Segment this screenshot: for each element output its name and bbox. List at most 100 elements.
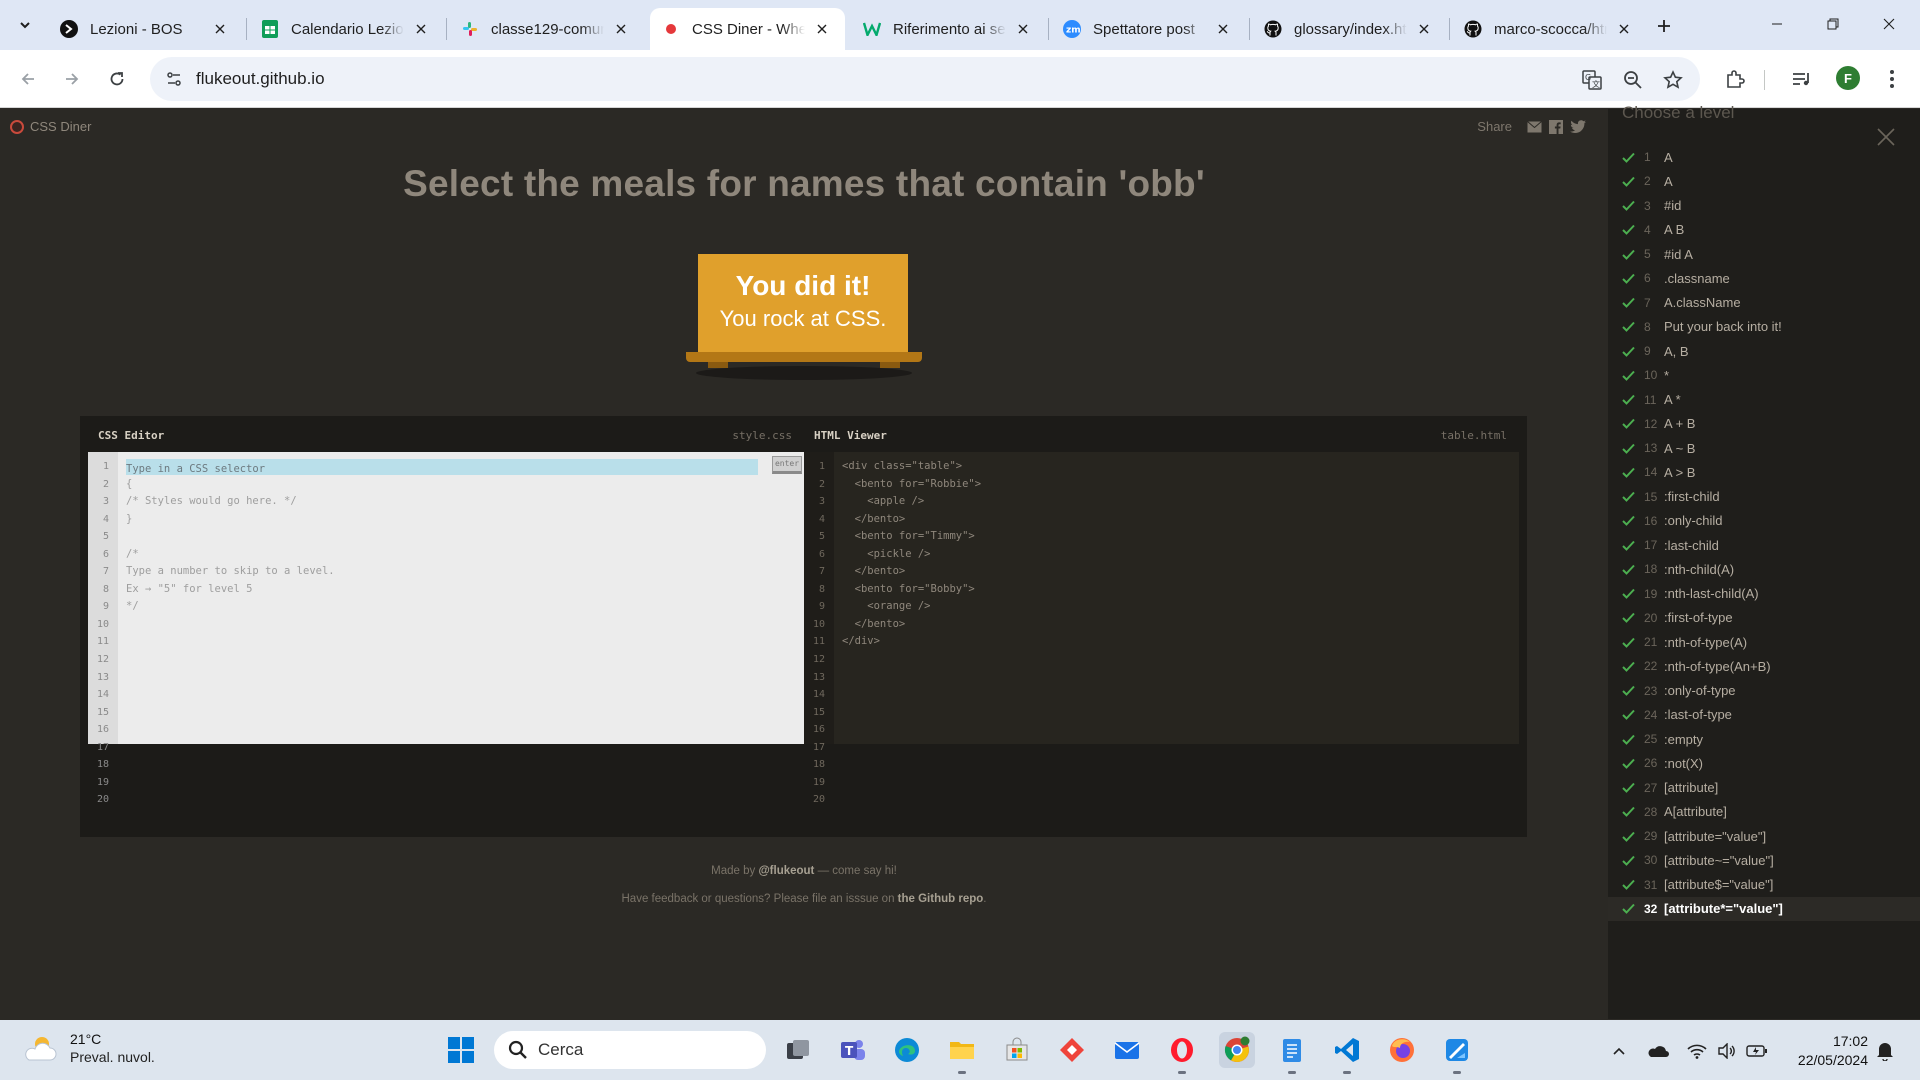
- level-item[interactable]: 30 [attribute~="value"]: [1608, 848, 1920, 872]
- level-item[interactable]: 11 A *: [1608, 388, 1920, 412]
- notifications-icon[interactable]: [1872, 1038, 1898, 1064]
- enter-button[interactable]: enter: [772, 456, 802, 474]
- browser-tab[interactable]: classe129-comunicazioni: [449, 8, 644, 50]
- level-item[interactable]: 28 A[attribute]: [1608, 800, 1920, 824]
- level-item[interactable]: 5 #id A: [1608, 242, 1920, 266]
- browser-tab[interactable]: marco-scocca/html: [1452, 8, 1647, 50]
- tray-overflow-icon[interactable]: [1606, 1038, 1632, 1064]
- taskbar-vscode[interactable]: [1329, 1032, 1365, 1074]
- close-sidebar-button[interactable]: [1876, 127, 1896, 147]
- taskbar-anydesk[interactable]: [1054, 1032, 1090, 1068]
- selector-input-line[interactable]: [126, 459, 758, 477]
- github-repo-link[interactable]: the Github repo: [898, 893, 984, 905]
- level-item[interactable]: 9 A, B: [1608, 339, 1920, 363]
- wifi-icon[interactable]: [1684, 1038, 1710, 1064]
- reload-button[interactable]: [101, 63, 133, 95]
- forward-button[interactable]: [56, 63, 88, 95]
- line-number: 9: [102, 601, 109, 613]
- level-item[interactable]: 8 Put your back into it!: [1608, 315, 1920, 339]
- tab-search-button[interactable]: [10, 10, 40, 40]
- level-item[interactable]: 29 [attribute="value"]: [1608, 824, 1920, 848]
- browser-tab[interactable]: Lezioni - BOS: [48, 8, 243, 50]
- level-item[interactable]: 26:not(X): [1608, 751, 1920, 775]
- minimize-button[interactable]: [1754, 6, 1800, 42]
- bookmark-star-icon[interactable]: [1659, 66, 1687, 94]
- css-selector-input[interactable]: [126, 461, 758, 477]
- close-tab-icon[interactable]: [211, 20, 229, 38]
- level-item[interactable]: 25:empty: [1608, 727, 1920, 751]
- level-item[interactable]: 10 *: [1608, 363, 1920, 387]
- zoom-out-icon[interactable]: [1619, 66, 1647, 94]
- close-tab-icon[interactable]: [612, 20, 630, 38]
- level-item[interactable]: 23:only-of-type: [1608, 679, 1920, 703]
- start-button[interactable]: [443, 1032, 479, 1068]
- email-icon[interactable]: [1526, 120, 1542, 134]
- close-window-button[interactable]: [1866, 6, 1912, 42]
- new-tab-button[interactable]: [1650, 12, 1678, 40]
- address-bar[interactable]: flukeout.github.io G文: [150, 57, 1700, 101]
- level-item[interactable]: 32 [attribute*="value"]: [1608, 896, 1920, 921]
- taskbar-opera[interactable]: [1164, 1032, 1200, 1074]
- task-view-button[interactable]: [780, 1032, 816, 1068]
- taskbar-firefox[interactable]: [1384, 1032, 1420, 1068]
- level-item[interactable]: 31 [attribute$="value"]: [1608, 873, 1920, 897]
- extensions-icon[interactable]: [1719, 63, 1751, 95]
- level-item[interactable]: 1A: [1608, 145, 1920, 169]
- level-item[interactable]: 12 A + B: [1608, 412, 1920, 436]
- level-item[interactable]: 24:last-of-type: [1608, 703, 1920, 727]
- restore-button[interactable]: [1810, 6, 1856, 42]
- logo[interactable]: CSS Diner: [10, 119, 91, 134]
- level-item[interactable]: 15:first-child: [1608, 485, 1920, 509]
- volume-icon[interactable]: [1714, 1038, 1740, 1064]
- close-tab-icon[interactable]: [1214, 20, 1232, 38]
- level-item[interactable]: 16:only-child: [1608, 509, 1920, 533]
- battery-icon[interactable]: [1744, 1038, 1770, 1064]
- onedrive-icon[interactable]: [1645, 1038, 1671, 1064]
- level-item[interactable]: 22:nth-of-type(An+B): [1608, 654, 1920, 678]
- close-tab-icon[interactable]: [412, 20, 430, 38]
- level-item[interactable]: 4 A B: [1608, 218, 1920, 242]
- taskbar-mail[interactable]: [1109, 1032, 1145, 1068]
- taskbar-microsoft-store[interactable]: [999, 1032, 1035, 1068]
- level-item[interactable]: 27 [attribute]: [1608, 776, 1920, 800]
- taskbar-search[interactable]: Cerca: [494, 1031, 766, 1069]
- site-info-icon[interactable]: [163, 68, 185, 90]
- level-item[interactable]: 21:nth-of-type(A): [1608, 630, 1920, 654]
- level-item[interactable]: 17:last-child: [1608, 533, 1920, 557]
- taskbar-chrome[interactable]: [1219, 1032, 1255, 1068]
- level-item[interactable]: 18:nth-child(A): [1608, 557, 1920, 581]
- close-tab-icon[interactable]: [813, 20, 831, 38]
- level-item[interactable]: 7 A.className: [1608, 291, 1920, 315]
- close-tab-icon[interactable]: [1014, 20, 1032, 38]
- twitter-icon[interactable]: [1570, 119, 1586, 134]
- browser-tab[interactable]: Calendario Lezioni: [249, 8, 444, 50]
- close-tab-icon[interactable]: [1415, 20, 1433, 38]
- level-item[interactable]: 20:first-of-type: [1608, 606, 1920, 630]
- facebook-icon[interactable]: [1548, 119, 1564, 134]
- translate-icon[interactable]: G文: [1578, 66, 1606, 94]
- level-item[interactable]: 3 #id: [1608, 194, 1920, 218]
- back-button[interactable]: [12, 63, 44, 95]
- level-item[interactable]: 14 A > B: [1608, 460, 1920, 484]
- taskbar-notepad[interactable]: [1274, 1032, 1310, 1074]
- browser-tab[interactable]: glossary/index.html: [1252, 8, 1447, 50]
- level-item[interactable]: 6 .classname: [1608, 266, 1920, 290]
- taskbar-paint[interactable]: [1439, 1032, 1475, 1074]
- menu-kebab-icon[interactable]: [1876, 63, 1908, 95]
- taskbar-file-explorer[interactable]: [944, 1032, 980, 1074]
- author-link[interactable]: @flukeout: [758, 865, 814, 877]
- taskbar-edge[interactable]: [889, 1032, 925, 1068]
- close-tab-icon[interactable]: [1615, 20, 1633, 38]
- browser-tab[interactable]: CSS Diner - Where we feast on CSS: [650, 8, 845, 50]
- level-item[interactable]: 2A: [1608, 169, 1920, 193]
- level-item[interactable]: 13 A ~ B: [1608, 436, 1920, 460]
- system-clock[interactable]: 17:02 22/05/2024: [1768, 1032, 1868, 1070]
- profile-avatar[interactable]: F: [1836, 66, 1860, 90]
- browser-tab[interactable]: zm Spettatore post: [1051, 8, 1246, 50]
- browser-tab[interactable]: Riferimento ai selettori: [851, 8, 1046, 50]
- weather-widget[interactable]: 21°C Preval. nuvol.: [22, 1030, 155, 1066]
- taskbar-teams[interactable]: T: [835, 1032, 871, 1068]
- media-control-icon[interactable]: [1785, 63, 1817, 95]
- level-item[interactable]: 19:nth-last-child(A): [1608, 582, 1920, 606]
- editor-panel: CSS Editor style.css 1 2 3 4 5 6 7 8 9 10 11 12 13 14…: [80, 416, 1527, 837]
